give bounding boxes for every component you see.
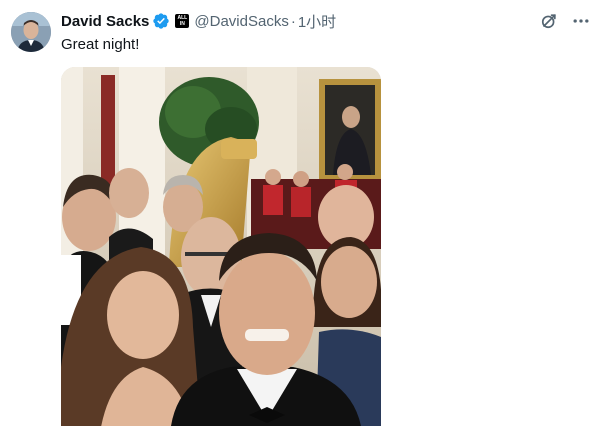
tweet[interactable]: David Sacks ALL IN @DavidSacks · 1小时 Gre… <box>0 0 600 426</box>
verified-badge-icon[interactable] <box>152 12 170 30</box>
grok-icon[interactable] <box>538 10 560 32</box>
affiliate-badge[interactable]: ALL IN <box>175 14 190 28</box>
author-avatar[interactable] <box>11 12 51 52</box>
tweet-text: Great night! <box>61 36 140 53</box>
separator-dot: · <box>290 12 296 30</box>
tweet-actions <box>538 10 592 32</box>
tweet-header: David Sacks ALL IN @DavidSacks · 1小时 <box>61 11 336 31</box>
author-display-name[interactable]: David Sacks <box>61 13 149 30</box>
more-icon[interactable] <box>570 10 592 32</box>
tweet-photo[interactable] <box>61 67 381 426</box>
author-handle[interactable]: @DavidSacks <box>194 13 288 30</box>
timestamp[interactable]: 1小时 <box>298 11 336 32</box>
affiliate-label-line2: IN <box>179 21 185 27</box>
